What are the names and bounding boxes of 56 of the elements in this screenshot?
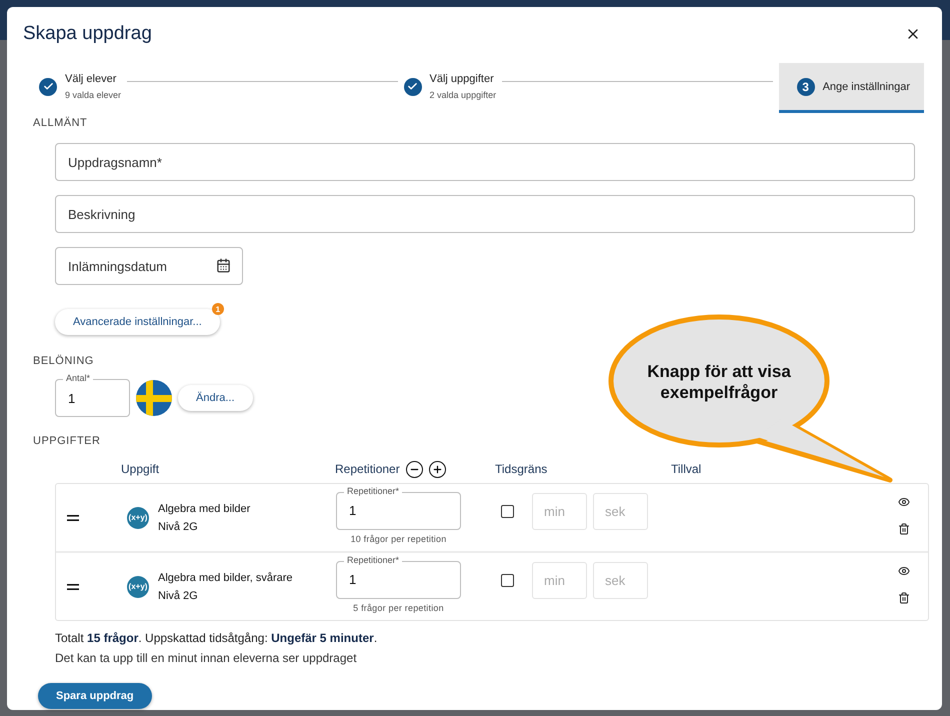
date-field[interactable]: Inlämningsdatum: [55, 247, 243, 285]
step-tab[interactable]: Välj uppgifter 2 valda uppgifter: [404, 63, 496, 113]
field-label: Repetitioner*: [344, 486, 402, 496]
input-field[interactable]: Uppdragsnamn*: [55, 143, 915, 181]
eye-icon[interactable]: [898, 496, 910, 508]
seconds-field[interactable]: sek: [593, 562, 648, 599]
plus-button[interactable]: [428, 460, 446, 478]
step-number: 3: [796, 78, 815, 96]
input-field[interactable]: Beskrivning: [55, 195, 915, 233]
column-header: Uppgift: [120, 462, 160, 476]
minutes-field[interactable]: min: [532, 562, 587, 599]
task-level: Nivå 2G: [158, 590, 199, 602]
column-header: Repetitioner: [335, 462, 400, 476]
trash-icon[interactable]: [898, 592, 910, 604]
trash-icon[interactable]: [898, 523, 910, 535]
field-label: Antal*: [63, 373, 94, 383]
step-label: Välj elever: [65, 73, 118, 85]
task-name: Algebra med bilder: [158, 502, 250, 514]
step-label: Välj uppgifter: [430, 73, 495, 85]
calendar-icon[interactable]: [216, 258, 231, 273]
step-subtitle: 9 valda elever: [65, 90, 122, 100]
checkbox[interactable]: [501, 505, 514, 518]
dialog-title: Skapa uppdrag: [23, 23, 152, 45]
step-label: Ange inställningar: [822, 80, 910, 92]
algebra-icon: (x+y): [127, 576, 149, 598]
count-badge: 1: [212, 303, 224, 315]
summary-text: Totalt 15 frågor. Uppskattad tidsåtgång: Ungefär 5 minuter.: [55, 631, 378, 645]
change-button[interactable]: Ändra...: [178, 385, 253, 411]
checkbox[interactable]: [501, 574, 514, 587]
step-subtitle: 2 valda uppgifter: [430, 90, 496, 100]
task-level: Nivå 2G: [158, 520, 199, 532]
eye-icon[interactable]: [898, 565, 910, 577]
algebra-icon: (x+y): [127, 506, 149, 528]
minus-button[interactable]: [406, 460, 423, 478]
drag-handle-icon[interactable]: [67, 582, 79, 590]
minutes-field[interactable]: min: [532, 493, 587, 530]
step-tab-active[interactable]: 3 Ange inställningar: [778, 63, 924, 113]
helper-text: 5 frågor per repetition: [353, 602, 444, 612]
plus-icon[interactable]: [432, 464, 443, 474]
save-button[interactable]: Spara uppdrag: [38, 683, 152, 709]
column-header: Tillval: [671, 462, 702, 476]
field-label: Repetitioner*: [344, 554, 402, 564]
flag-icon: [136, 380, 172, 416]
column-header: Tidsgräns: [495, 462, 548, 476]
step-tab[interactable]: Välj elever 9 valda elever: [39, 63, 122, 113]
section-heading: ALLMÄNT: [33, 117, 88, 129]
section-heading: BELÖNING: [33, 355, 95, 367]
drag-handle-icon[interactable]: [67, 514, 79, 522]
helper-text: 10 frågor per repetition: [350, 534, 446, 544]
check-icon: [407, 81, 418, 92]
task-name: Algebra med bilder, svårare: [158, 572, 293, 584]
check-icon: [42, 81, 54, 92]
info-text: Det kan ta upp till en minut innan eleverna ser uppdraget: [55, 651, 358, 665]
seconds-field[interactable]: sek: [593, 493, 648, 530]
section-heading: UPPGIFTER: [33, 435, 102, 447]
callout-text: Knapp för att visa exempelfrågor: [646, 361, 792, 403]
